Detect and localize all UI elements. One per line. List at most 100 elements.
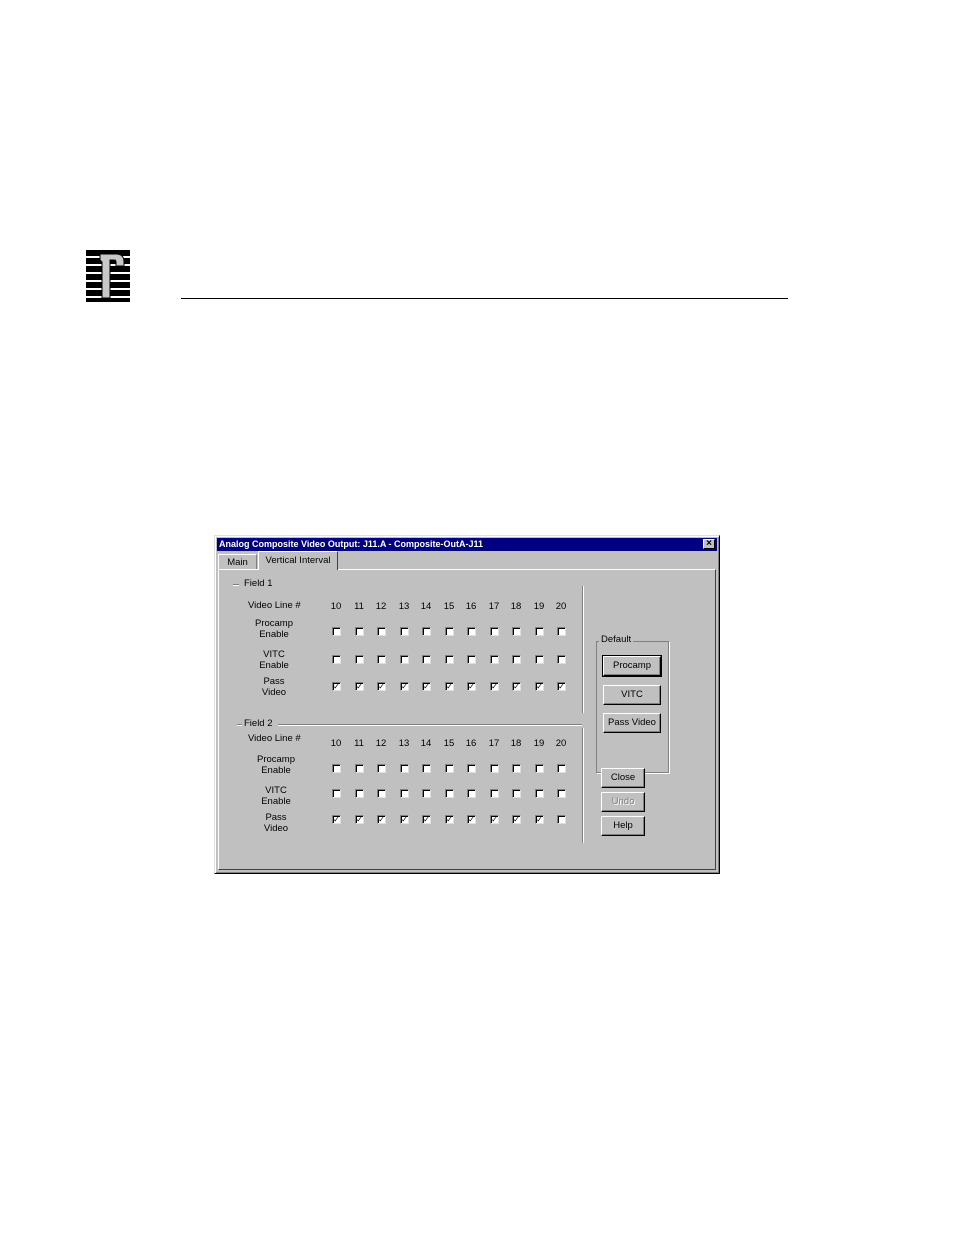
field1-procamp-checkbox-16[interactable]	[467, 627, 476, 636]
field2-procamp-checkbox-11[interactable]	[355, 764, 364, 773]
field1-procamp-checkbox-11[interactable]	[355, 627, 364, 636]
field2-pass-video-checkbox-14[interactable]: ✓	[422, 815, 431, 824]
field1-pass-video-checkbox-16[interactable]: ✓	[467, 682, 476, 691]
field1-vitc-label-line2: Enable	[259, 660, 289, 671]
field1-vitc-checkbox-10[interactable]	[332, 655, 341, 664]
field1-pass-video-checkbox-20[interactable]: ✓	[557, 682, 566, 691]
field1-vitc-checkbox-19[interactable]	[535, 655, 544, 664]
field1-procamp-checkbox-10[interactable]	[332, 627, 341, 636]
field1-line-number-8: 18	[510, 601, 522, 612]
field1-pass-video-checkbox-18[interactable]: ✓	[512, 682, 521, 691]
default-group-label: Default	[599, 634, 634, 645]
field2-procamp-checkbox-17[interactable]	[490, 764, 499, 773]
field2-procamp-label: Procamp Enable	[246, 754, 306, 776]
field1-line-number-7: 17	[488, 601, 500, 612]
field1-procamp-checkbox-19[interactable]	[535, 627, 544, 636]
default-vitc-button[interactable]: VITC	[603, 685, 661, 705]
field1-vitc-checkbox-12[interactable]	[377, 655, 386, 664]
field2-vitc-checkbox-13[interactable]	[400, 789, 409, 798]
field2-procamp-checkbox-10[interactable]	[332, 764, 341, 773]
field1-pass-video-checkbox-19[interactable]: ✓	[535, 682, 544, 691]
field1-vertical-divider	[582, 586, 584, 713]
field2-vitc-checkbox-17[interactable]	[490, 789, 499, 798]
field2-procamp-checkbox-12[interactable]	[377, 764, 386, 773]
field2-vitc-checkbox-11[interactable]	[355, 789, 364, 798]
field2-line-number-3: 13	[398, 738, 410, 749]
dialog-titlebar[interactable]: Analog Composite Video Output: J11.A - C…	[217, 538, 717, 551]
field2-vitc-checkbox-18[interactable]	[512, 789, 521, 798]
field2-line-number-0: 10	[330, 738, 342, 749]
field1-label: Field 1	[244, 578, 273, 589]
field2-procamp-checkbox-18[interactable]	[512, 764, 521, 773]
field1-procamp-checkbox-12[interactable]	[377, 627, 386, 636]
field2-pass-video-checkbox-18[interactable]: ✓	[512, 815, 521, 824]
field2-line-number-9: 19	[533, 738, 545, 749]
field2-vitc-checkbox-10[interactable]	[332, 789, 341, 798]
field1-procamp-checkbox-14[interactable]	[422, 627, 431, 636]
close-button[interactable]: Close	[601, 768, 645, 788]
field2-pass-video-checkbox-15[interactable]: ✓	[445, 815, 454, 824]
field2-pass-video-checkbox-12[interactable]: ✓	[377, 815, 386, 824]
tab-main[interactable]: Main	[218, 554, 257, 569]
field2-procamp-checkbox-15[interactable]	[445, 764, 454, 773]
tab-vertical-interval[interactable]: Vertical Interval	[258, 551, 338, 570]
field2-pass-video-checkbox-10[interactable]: ✓	[332, 815, 341, 824]
field2-pass-video-checkbox-13[interactable]: ✓	[400, 815, 409, 824]
field2-vitc-checkbox-19[interactable]	[535, 789, 544, 798]
field1-line-number-0: 10	[330, 601, 342, 612]
field2-procamp-checkbox-20[interactable]	[557, 764, 566, 773]
field2-pass-video-checkbox-19[interactable]: ✓	[535, 815, 544, 824]
field1-pass-label-line1: Pass	[263, 676, 285, 687]
field2-vitc-label-line1: VITC	[265, 785, 287, 796]
field1-procamp-label-line1: Procamp	[254, 618, 293, 629]
field2-procamp-checkbox-13[interactable]	[400, 764, 409, 773]
field1-vitc-checkbox-17[interactable]	[490, 655, 499, 664]
field2-procamp-checkbox-14[interactable]	[422, 764, 431, 773]
field1-line-number-4: 14	[420, 601, 432, 612]
vertical-interval-dialog: Analog Composite Video Output: J11.A - C…	[214, 535, 720, 874]
field1-pass-video-checkbox-10[interactable]: ✓	[332, 682, 341, 691]
help-button[interactable]: Help	[601, 816, 645, 836]
field2-separator-right	[278, 724, 582, 726]
field2-pass-video-checkbox-16[interactable]: ✓	[467, 815, 476, 824]
field2-line-number-8: 18	[510, 738, 522, 749]
field2-procamp-checkbox-16[interactable]	[467, 764, 476, 773]
field1-procamp-checkbox-13[interactable]	[400, 627, 409, 636]
field1-separator	[233, 584, 239, 586]
tab-panel: Field 1 Video Line # Procamp Enable VITC…	[218, 569, 716, 870]
field1-procamp-checkbox-18[interactable]	[512, 627, 521, 636]
company-logo	[86, 250, 130, 302]
field2-pass-video-checkbox-20[interactable]	[557, 815, 566, 824]
undo-button[interactable]: Undo	[601, 792, 645, 812]
field1-vitc-checkbox-15[interactable]	[445, 655, 454, 664]
field1-vitc-checkbox-13[interactable]	[400, 655, 409, 664]
field1-vitc-checkbox-14[interactable]	[422, 655, 431, 664]
field2-vitc-checkbox-14[interactable]	[422, 789, 431, 798]
field2-procamp-label-line1: Procamp	[256, 754, 295, 765]
field1-vitc-checkbox-16[interactable]	[467, 655, 476, 664]
field1-vitc-checkbox-20[interactable]	[557, 655, 566, 664]
field1-vitc-checkbox-11[interactable]	[355, 655, 364, 664]
field1-procamp-checkbox-17[interactable]	[490, 627, 499, 636]
field1-pass-video-checkbox-11[interactable]: ✓	[355, 682, 364, 691]
field1-procamp-checkbox-15[interactable]	[445, 627, 454, 636]
field2-pass-video-checkbox-17[interactable]: ✓	[490, 815, 499, 824]
field1-pass-video-checkbox-17[interactable]: ✓	[490, 682, 499, 691]
field2-vitc-checkbox-16[interactable]	[467, 789, 476, 798]
field1-procamp-checkbox-20[interactable]	[557, 627, 566, 636]
field1-pass-video-checkbox-14[interactable]: ✓	[422, 682, 431, 691]
default-procamp-button[interactable]: Procamp	[602, 655, 662, 677]
field2-vitc-checkbox-20[interactable]	[557, 789, 566, 798]
close-icon[interactable]: ×	[703, 539, 715, 549]
field1-pass-video-checkbox-13[interactable]: ✓	[400, 682, 409, 691]
field2-pass-video-checkbox-11[interactable]: ✓	[355, 815, 364, 824]
field1-pass-video-checkbox-12[interactable]: ✓	[377, 682, 386, 691]
field1-line-number-2: 12	[375, 601, 387, 612]
field2-vitc-checkbox-12[interactable]	[377, 789, 386, 798]
field2-procamp-checkbox-19[interactable]	[535, 764, 544, 773]
field1-vitc-checkbox-18[interactable]	[512, 655, 521, 664]
field1-pass-video-label: Pass Video	[244, 676, 304, 698]
field2-vitc-checkbox-15[interactable]	[445, 789, 454, 798]
field1-pass-video-checkbox-15[interactable]: ✓	[445, 682, 454, 691]
default-pass-video-button[interactable]: Pass Video	[603, 713, 661, 733]
